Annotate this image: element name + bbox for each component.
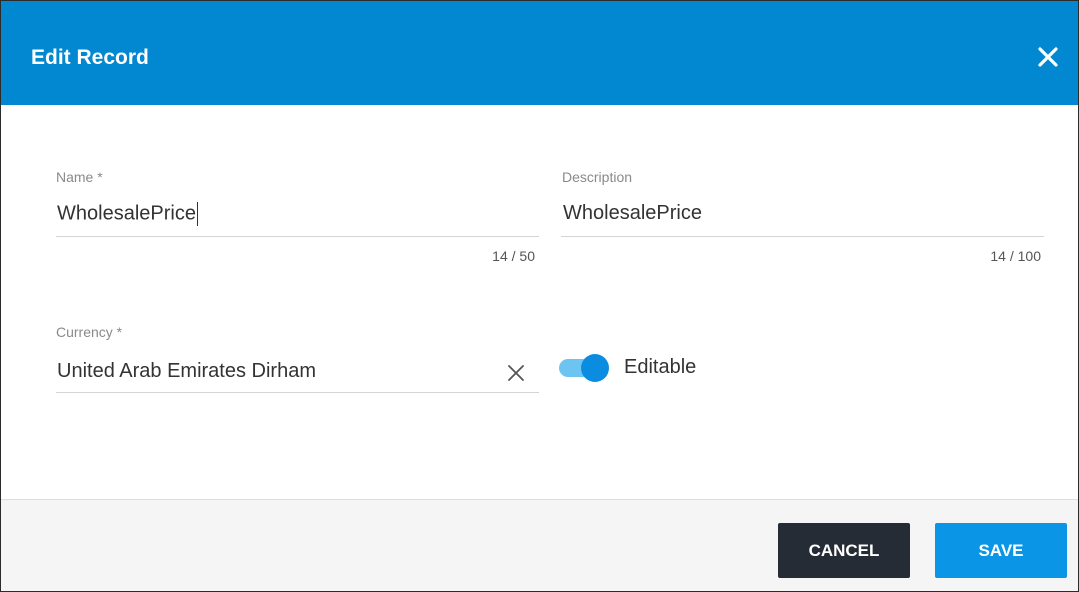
- save-button[interactable]: SAVE: [935, 523, 1067, 578]
- editable-label: Editable: [624, 356, 697, 378]
- editable-toggle[interactable]: [559, 354, 613, 384]
- dialog-title: Edit Record: [31, 46, 149, 69]
- currency-underline: [56, 392, 539, 393]
- description-underline: [561, 236, 1044, 237]
- name-label: Name *: [56, 169, 103, 185]
- name-char-counter: 14 / 50: [492, 248, 535, 264]
- description-input[interactable]: WholesalePrice: [563, 202, 702, 225]
- edit-record-dialog: Edit Record Name * WholesalePrice 14 / 5…: [0, 0, 1079, 592]
- dialog-footer: CANCEL SAVE: [1, 499, 1078, 591]
- currency-label: Currency *: [56, 324, 123, 340]
- dialog-header: Edit Record: [1, 1, 1078, 105]
- text-caret: [196, 202, 198, 226]
- name-input[interactable]: WholesalePrice: [57, 202, 198, 226]
- name-underline: [56, 236, 539, 237]
- description-char-counter: 14 / 100: [990, 248, 1041, 264]
- clear-icon[interactable]: [506, 363, 526, 388]
- description-label: Description: [562, 169, 633, 185]
- name-value: WholesalePrice: [57, 202, 196, 225]
- cancel-button[interactable]: CANCEL: [778, 523, 910, 578]
- toggle-knob: [581, 354, 609, 382]
- close-icon[interactable]: [1036, 45, 1060, 69]
- currency-select[interactable]: United Arab Emirates Dirham: [57, 360, 316, 383]
